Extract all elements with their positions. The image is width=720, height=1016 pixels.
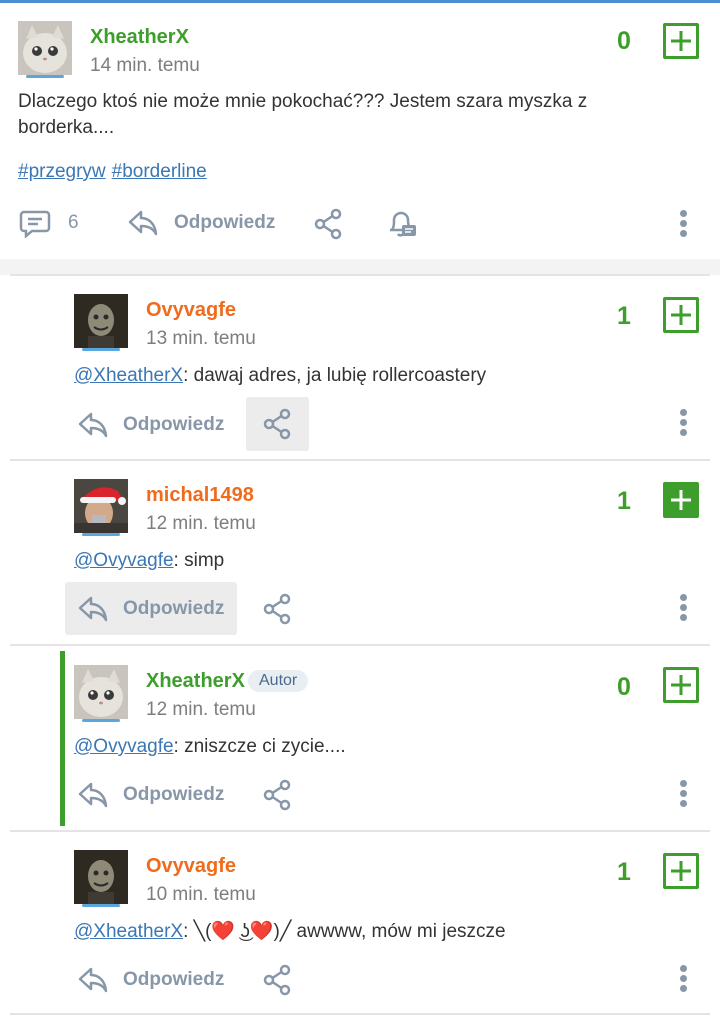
notify-button[interactable] bbox=[386, 208, 418, 240]
reply-label: Odpowiedz bbox=[123, 598, 225, 619]
reply-icon bbox=[78, 967, 108, 993]
comments-icon bbox=[19, 210, 51, 238]
tag-link[interactable]: #przegryw bbox=[18, 161, 106, 182]
avatar-underline bbox=[82, 904, 120, 907]
reply-label: Odpowiedz bbox=[123, 414, 225, 435]
comment-divider bbox=[10, 274, 710, 276]
mention-link[interactable]: @Ovyvagfe bbox=[74, 736, 174, 757]
share-icon bbox=[263, 779, 291, 811]
plus-icon bbox=[671, 305, 691, 325]
avatar[interactable] bbox=[18, 21, 72, 75]
share-button[interactable] bbox=[262, 779, 294, 811]
comment-count: 6 bbox=[68, 212, 79, 233]
avatar[interactable] bbox=[74, 665, 128, 719]
comment-text: : ╲(❤️ ͜ʖ❤️)╱ awwww, mów mi jeszcze bbox=[183, 921, 506, 942]
comment-time: 12 min. temu bbox=[146, 699, 256, 720]
comment-text: : simp bbox=[173, 550, 225, 571]
vote-count: 1 bbox=[617, 302, 631, 330]
reply-button[interactable]: Odpowiedz bbox=[77, 410, 224, 440]
comment-divider bbox=[10, 830, 710, 832]
upvote-button[interactable] bbox=[663, 667, 699, 703]
comment-body: @XheatherX: ╲(❤️ ͜ʖ❤️)╱ awwww, mów mi je… bbox=[74, 919, 674, 945]
avatar[interactable] bbox=[74, 479, 128, 533]
share-button[interactable] bbox=[262, 593, 294, 625]
upvote-button[interactable] bbox=[663, 23, 699, 59]
reply-button[interactable]: Odpowiedz bbox=[127, 208, 275, 238]
vote-count: 0 bbox=[617, 673, 631, 701]
post-time: 14 min. temu bbox=[90, 55, 200, 76]
comments-button[interactable]: 6 bbox=[18, 208, 79, 238]
comment-divider bbox=[10, 459, 710, 461]
more-icon[interactable] bbox=[672, 408, 696, 438]
reply-button[interactable]: Odpowiedz bbox=[77, 780, 224, 810]
more-icon[interactable] bbox=[672, 779, 696, 809]
author-name[interactable]: Ovyvagfe bbox=[146, 855, 236, 878]
share-icon bbox=[263, 964, 291, 996]
reply-label: Odpowiedz bbox=[123, 784, 225, 805]
share-icon bbox=[314, 208, 342, 240]
post-body: Dlaczego ktoś nie może mnie pokochać??? … bbox=[18, 91, 588, 138]
upvote-button[interactable] bbox=[663, 297, 699, 333]
vote-count: 1 bbox=[617, 487, 631, 515]
author-name[interactable]: Ovyvagfe bbox=[146, 299, 236, 322]
avatar[interactable] bbox=[74, 850, 128, 904]
reply-button[interactable]: Odpowiedz bbox=[77, 965, 224, 995]
more-icon[interactable] bbox=[672, 964, 696, 994]
author-name[interactable]: michal1498 bbox=[146, 484, 254, 507]
plus-icon bbox=[671, 31, 691, 51]
section-divider bbox=[0, 259, 720, 275]
more-icon[interactable] bbox=[672, 593, 696, 623]
plus-icon bbox=[671, 490, 691, 510]
share-button[interactable] bbox=[262, 964, 294, 996]
more-icon[interactable] bbox=[672, 209, 696, 239]
avatar-underline bbox=[82, 533, 120, 536]
reply-button[interactable]: Odpowiedz bbox=[77, 594, 224, 624]
reply-icon bbox=[78, 596, 108, 622]
author-comment-marker bbox=[60, 651, 65, 826]
avatar[interactable] bbox=[74, 294, 128, 348]
reply-icon bbox=[78, 412, 108, 438]
vote-count: 1 bbox=[617, 858, 631, 886]
bell-icon bbox=[390, 211, 416, 237]
plus-icon bbox=[671, 861, 691, 881]
tag-link[interactable]: #borderline bbox=[112, 161, 207, 182]
reply-icon bbox=[78, 782, 108, 808]
reply-label: Odpowiedz bbox=[123, 969, 225, 990]
post-tags: #przegryw #borderline bbox=[18, 161, 213, 183]
comment-divider bbox=[10, 1013, 710, 1015]
vote-count: 0 bbox=[617, 27, 631, 55]
avatar-underline bbox=[82, 348, 120, 351]
share-button[interactable] bbox=[313, 208, 345, 240]
comment-body: @Ovyvagfe: zniszcze ci zycie.... bbox=[74, 734, 664, 760]
comment-body: @Ovyvagfe: simp bbox=[74, 548, 664, 574]
mention-link[interactable]: @Ovyvagfe bbox=[74, 550, 174, 571]
share-button[interactable] bbox=[262, 408, 294, 440]
comment-text: : zniszcze ci zycie.... bbox=[173, 736, 346, 757]
avatar-underline bbox=[26, 75, 64, 78]
author-badge: Autor bbox=[248, 670, 309, 692]
comment-time: 13 min. temu bbox=[146, 328, 256, 349]
comment-body: @XheatherX: dawaj adres, ja lubię roller… bbox=[74, 363, 664, 389]
plus-icon bbox=[671, 675, 691, 695]
reply-icon bbox=[128, 210, 158, 236]
comment-time: 10 min. temu bbox=[146, 884, 256, 905]
main-post: XheatherX 14 min. temu 0 Dlaczego ktoś n… bbox=[0, 3, 720, 259]
mention-link[interactable]: @XheatherX bbox=[74, 921, 183, 942]
reply-label: Odpowiedz bbox=[174, 212, 276, 233]
mention-link[interactable]: @XheatherX bbox=[74, 365, 183, 386]
comment-text: : dawaj adres, ja lubię rollercoastery bbox=[183, 365, 487, 386]
share-icon bbox=[263, 593, 291, 625]
author-name[interactable]: XheatherX bbox=[146, 670, 245, 693]
upvote-button[interactable] bbox=[663, 482, 699, 518]
share-icon bbox=[263, 408, 291, 440]
avatar-underline bbox=[82, 719, 120, 722]
author-name[interactable]: XheatherX bbox=[90, 26, 189, 49]
comment-divider bbox=[10, 644, 710, 646]
upvote-button[interactable] bbox=[663, 853, 699, 889]
comment-time: 12 min. temu bbox=[146, 513, 256, 534]
